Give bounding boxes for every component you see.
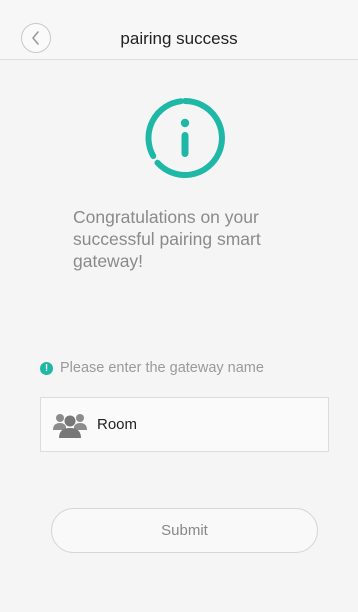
info-circle-icon [145,98,225,178]
exclamation-circle-icon: ! [40,361,53,375]
gateway-name-prompt: ! Please enter the gateway name [40,360,264,376]
gateway-name-field[interactable]: Room [40,397,329,452]
submit-button[interactable]: Submit [51,508,318,553]
page-title: pairing success [120,29,238,48]
header-bar: pairing success [0,0,358,60]
success-message: Congratulations on your successful pairi… [73,207,261,271]
prompt-label: Please enter the gateway name [60,360,264,376]
gateway-name-value: Room [97,416,138,433]
group-icon [53,413,87,438]
